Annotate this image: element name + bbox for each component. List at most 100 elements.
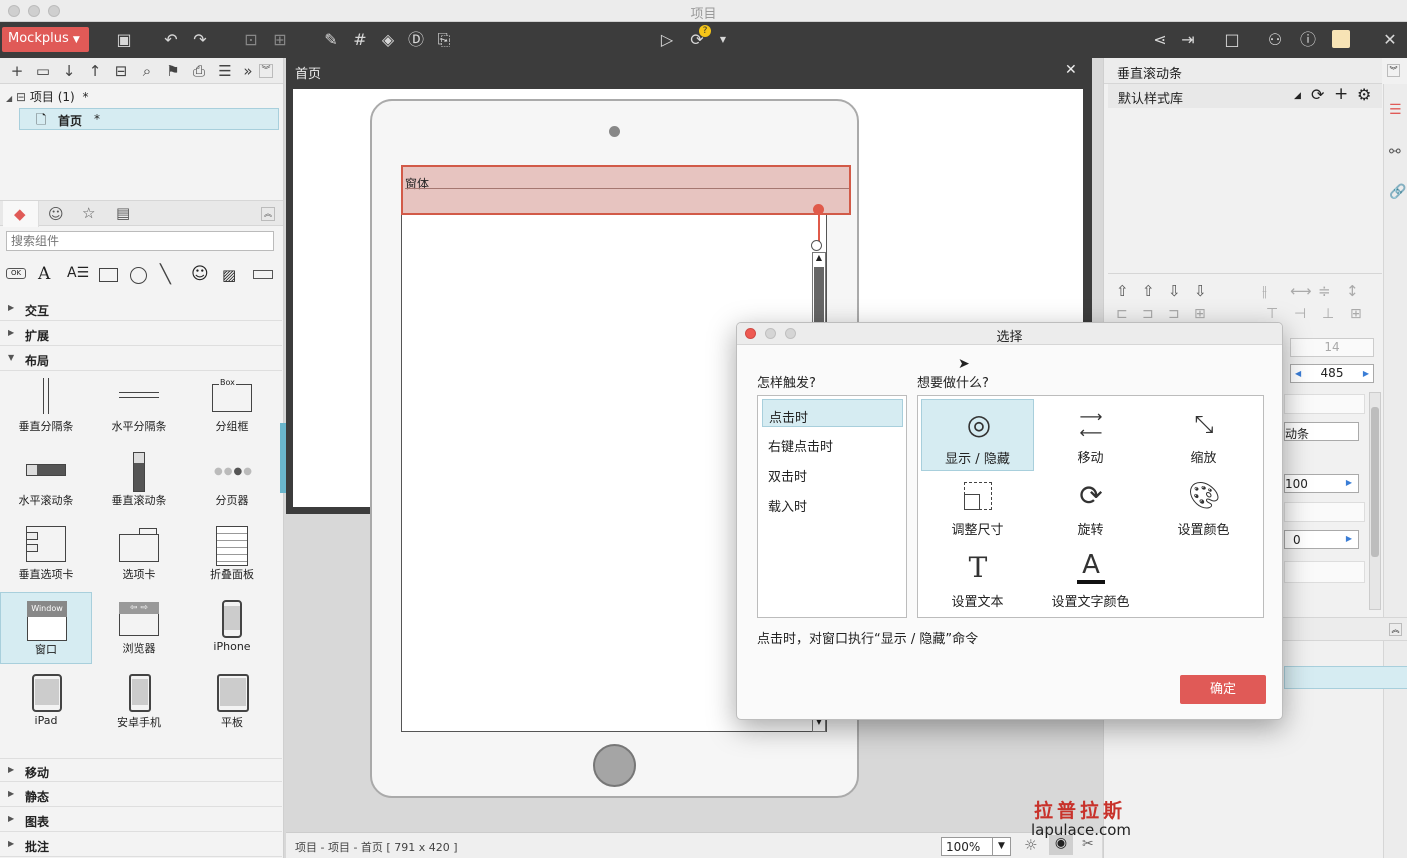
prop-field-blank[interactable] xyxy=(1284,502,1365,522)
component-group-box[interactable]: Box 分组框 xyxy=(186,370,278,442)
prop-field-blank[interactable] xyxy=(1284,561,1365,583)
bring-forward-icon[interactable]: ⇧ xyxy=(1142,282,1155,300)
line-shape-icon[interactable]: ╲ xyxy=(160,264,171,285)
name-field[interactable]: 动条 xyxy=(1284,422,1359,441)
ungroup-icon[interactable]: ⊞ xyxy=(269,30,291,50)
font-size-field[interactable]: 14 xyxy=(1290,338,1374,357)
trigger-on-load[interactable]: 载入时 xyxy=(762,489,903,517)
component-search-input[interactable] xyxy=(6,231,274,251)
input-shape-icon[interactable] xyxy=(253,270,273,279)
button-shape-icon[interactable]: OK xyxy=(6,268,26,279)
tree-icon[interactable]: ⊟ xyxy=(111,61,131,81)
style-library-row[interactable]: 默认样式库 ◢ ⟳ + ⚙ xyxy=(1108,84,1382,108)
action-set-color[interactable]: 🎨︎ 设置颜色 xyxy=(1147,471,1260,543)
component-window[interactable]: Window 窗口 xyxy=(0,592,92,664)
list-icon[interactable]: ☰ xyxy=(215,61,235,81)
tab-components[interactable]: ◆ xyxy=(3,201,39,227)
action-set-text-color[interactable]: A 设置文字颜色 xyxy=(1034,543,1147,615)
component-android[interactable]: 安卓手机 xyxy=(93,666,185,738)
trigger-right-click[interactable]: 右键点击时 xyxy=(762,429,903,457)
action-resize[interactable]: 调整尺寸 xyxy=(921,471,1034,543)
circle-shape-icon[interactable] xyxy=(130,267,147,284)
action-show-hide[interactable]: ◎ 显示 / 隐藏 xyxy=(921,399,1034,471)
avatar[interactable] xyxy=(1332,30,1350,48)
settings-gear-icon[interactable]: ⚙ xyxy=(1357,85,1371,104)
align-bottom-icon[interactable]: ⊥ xyxy=(1322,306,1334,322)
increment-icon[interactable]: ▶ xyxy=(1363,365,1369,382)
scroll-up-icon[interactable]: ▲ xyxy=(814,253,824,267)
link-anchor-dot[interactable] xyxy=(813,204,824,215)
collapse-up-icon[interactable]: ︽ xyxy=(1389,623,1402,636)
image-shape-icon[interactable]: ▨ xyxy=(222,266,236,284)
properties-scrollbar[interactable] xyxy=(1369,392,1381,610)
confirm-button[interactable]: 确定 xyxy=(1180,675,1266,704)
category-annotation[interactable]: ▶ 批注 xyxy=(0,833,282,857)
space-h-icon[interactable]: ⟷ xyxy=(1290,282,1312,300)
component-horizontal-scrollbar[interactable]: 水平滚动条 xyxy=(0,444,92,516)
help-icon[interactable]: ⓘ xyxy=(1297,30,1319,50)
share-icon[interactable]: ⋖ xyxy=(1149,30,1171,50)
category-static[interactable]: ▶ 静态 xyxy=(0,783,282,807)
rectangle-shape-icon[interactable] xyxy=(99,268,118,282)
component-tablet[interactable]: 平板 xyxy=(186,666,278,738)
send-backward-icon[interactable]: ⇩ xyxy=(1168,282,1181,300)
refresh-icon[interactable]: ⟳ xyxy=(1311,85,1324,104)
d-mode-icon[interactable]: Ⓓ xyxy=(405,30,427,50)
undo-icon[interactable]: ↶ xyxy=(160,30,182,50)
align-top-icon[interactable]: ⊤ xyxy=(1266,306,1278,322)
selected-layer-row[interactable] xyxy=(1284,666,1407,689)
project-node[interactable]: ◢ ⊟ 项目 (1) * xyxy=(6,88,276,106)
group-icon[interactable]: ⊡ xyxy=(240,30,262,50)
decrement-icon[interactable]: ◀ xyxy=(1295,365,1301,382)
tab-emoji[interactable]: ☺ xyxy=(48,205,64,223)
add-icon[interactable]: + xyxy=(1334,84,1348,104)
align-left-icon[interactable]: ⊏ xyxy=(1116,306,1128,322)
distribute-v-icon[interactable]: ≑ xyxy=(1318,282,1331,300)
prop-field-blank[interactable] xyxy=(1284,394,1365,414)
text-shape-icon[interactable]: A xyxy=(38,264,50,284)
collapse-up-icon[interactable]: ︽ xyxy=(261,207,275,221)
rotation-field[interactable]: 0 ▶ xyxy=(1284,530,1359,549)
more-icon[interactable]: » xyxy=(238,61,258,81)
component-vertical-scrollbar[interactable]: 垂直滚动条 xyxy=(93,444,185,516)
send-back-icon[interactable]: ⇩ xyxy=(1194,282,1207,300)
category-interaction[interactable]: ▶ 交互 xyxy=(0,297,282,321)
tab-templates[interactable]: ▤ xyxy=(116,204,130,222)
opacity-field[interactable]: 100 ▶ xyxy=(1284,474,1359,493)
trigger-double-click[interactable]: 双击时 xyxy=(762,459,903,487)
tab-favorites[interactable]: ☆ xyxy=(82,204,95,222)
page-tab-title[interactable]: 首页 xyxy=(295,63,321,82)
component-pager[interactable]: ●●●● 分页器 xyxy=(186,444,278,516)
bring-front-icon[interactable]: ⇧ xyxy=(1116,282,1129,300)
export-icon[interactable]: ⇥ xyxy=(1177,30,1199,50)
close-icon[interactable]: ✕ xyxy=(1379,30,1401,50)
action-move[interactable]: ⟶ ⟵ 移动 xyxy=(1034,399,1147,471)
category-layout[interactable]: ▼ 布局 xyxy=(0,347,282,371)
window-widget[interactable]: 窗体 xyxy=(401,165,851,215)
action-scale[interactable]: ⤡ 缩放 xyxy=(1147,399,1260,471)
zoom-select[interactable]: 100% ▼ xyxy=(941,837,1011,856)
height-field[interactable]: ◀ 485 ▶ xyxy=(1290,364,1374,383)
fullscreen-icon[interactable]: □ xyxy=(1221,30,1243,50)
team-icon[interactable]: ⚇ xyxy=(1264,30,1286,50)
space-v-icon[interactable]: ↕ xyxy=(1346,282,1359,300)
emoji-shape-icon[interactable]: ☺ xyxy=(191,264,209,284)
action-set-text[interactable]: T 设置文本 xyxy=(921,543,1034,615)
increment-icon[interactable]: ▶ xyxy=(1346,534,1352,543)
grid-icon[interactable]: # xyxy=(349,30,371,50)
play-preview-icon[interactable]: ▷ xyxy=(656,30,678,50)
page-export-icon[interactable]: ⎘ xyxy=(433,30,455,50)
align-right-icon[interactable]: ⊐ xyxy=(1168,306,1180,322)
scroll-thumb[interactable] xyxy=(814,267,824,323)
arrow-up-icon[interactable]: ↑ xyxy=(85,61,105,81)
align-middle-icon[interactable]: ⊣ xyxy=(1294,306,1306,322)
link-target-dot[interactable] xyxy=(811,240,822,251)
component-browser[interactable]: ⇦ ⇨ 浏览器 xyxy=(93,592,185,664)
increment-icon[interactable]: ▶ xyxy=(1346,478,1352,487)
close-icon[interactable]: ✕ xyxy=(1065,62,1077,78)
component-ipad[interactable]: iPad xyxy=(0,666,92,738)
interaction-tab-icon[interactable]: ⚯ xyxy=(1389,144,1401,160)
collapse-icon[interactable]: ︾ xyxy=(1387,64,1400,77)
add-icon[interactable]: + xyxy=(7,61,27,81)
component-horizontal-divider[interactable]: 水平分隔条 xyxy=(93,370,185,442)
